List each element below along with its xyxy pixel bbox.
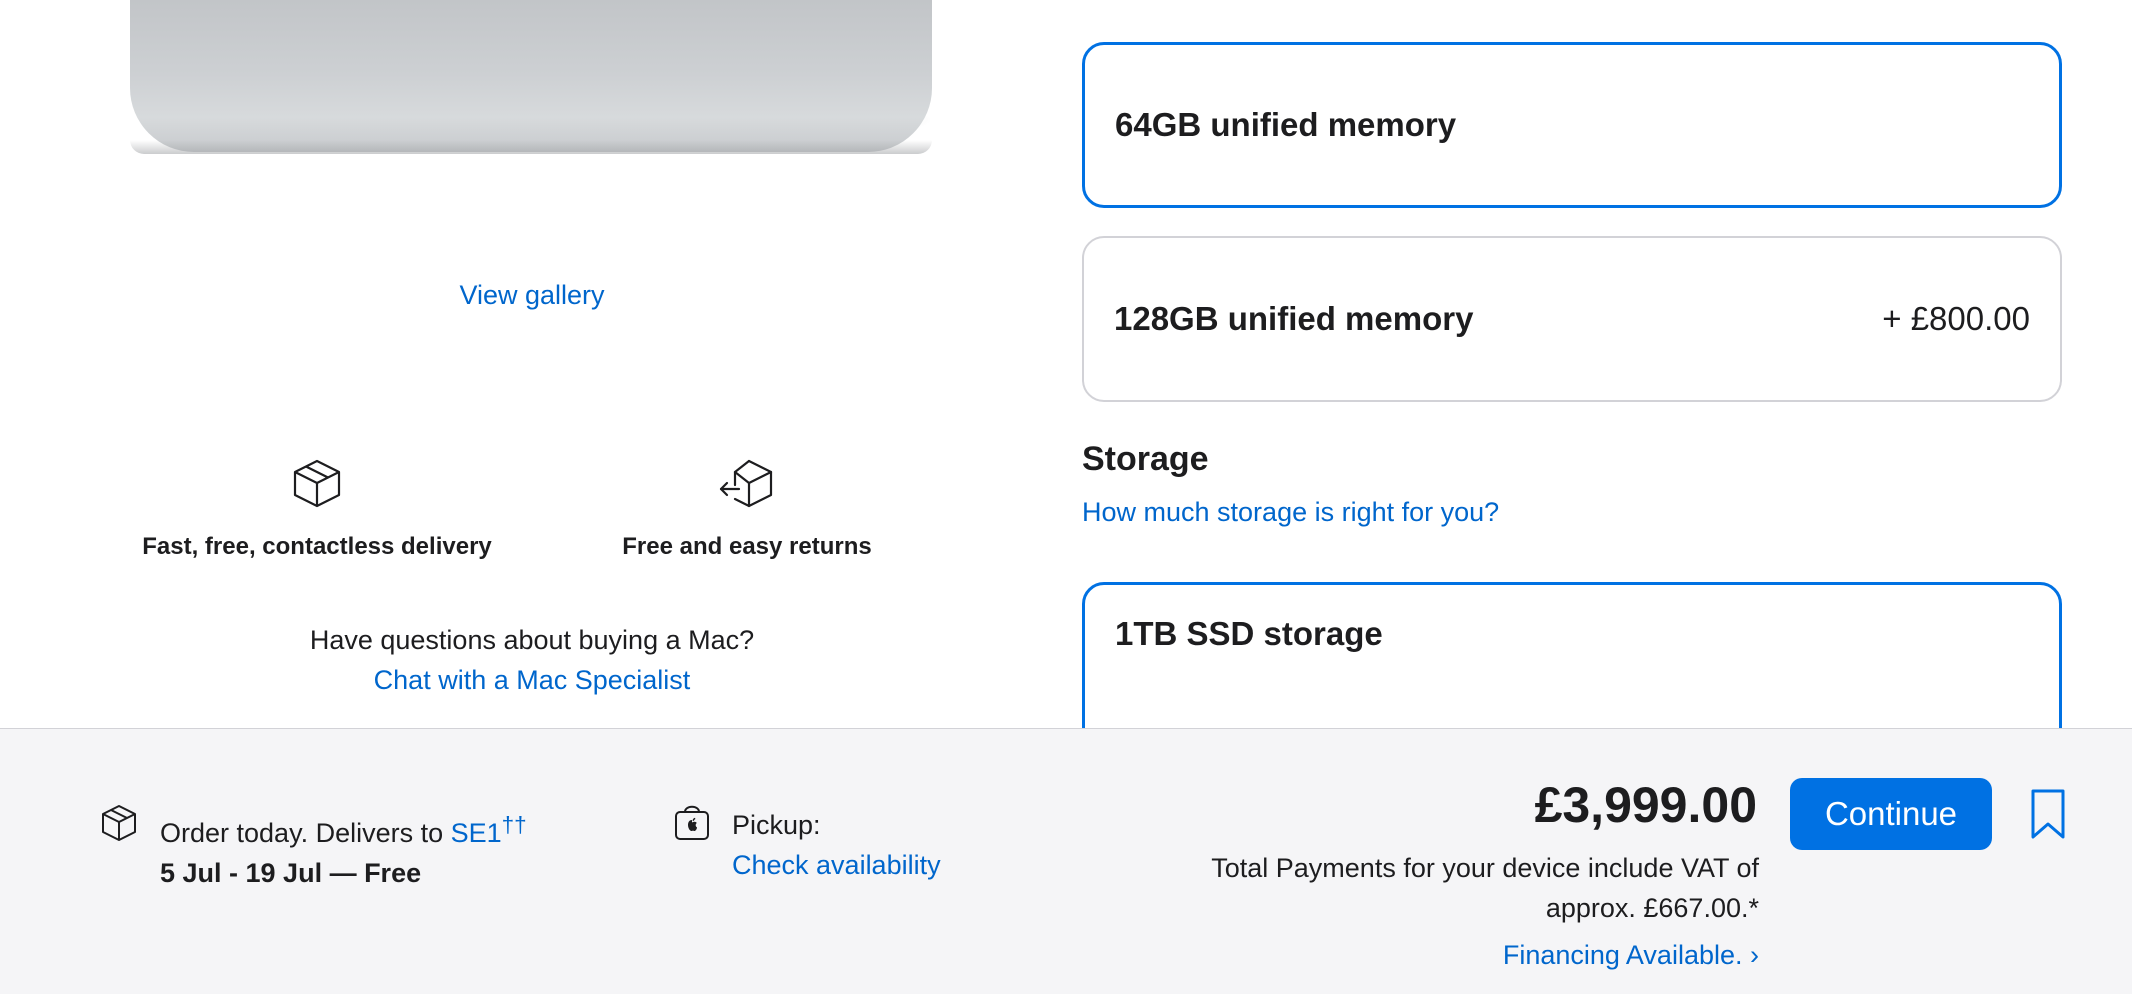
vat-note: Total Payments for your device include V…	[1211, 853, 1759, 923]
total-price: £3,999.00	[1534, 777, 1757, 833]
financing-link[interactable]: Financing Available. ›	[1503, 940, 1759, 971]
delivery-line: Order today. Delivers to SE1††	[160, 805, 527, 853]
delivery-info: Order today. Delivers to SE1†† 5 Jul - 1…	[160, 805, 527, 893]
check-availability-link[interactable]: Check availability	[732, 845, 941, 885]
delivery-prefix: Order today. Delivers to	[160, 818, 451, 848]
questions-text: Have questions about buying a Mac?	[309, 625, 755, 655]
memory-option-128gb[interactable]: 128GB unified memory + £800.00	[1082, 236, 2062, 402]
postcode-text: SE1	[450, 818, 502, 848]
storage-option-label: 1TB SSD storage	[1115, 615, 1383, 652]
product-edge	[130, 140, 932, 154]
perk-delivery-label: Fast, free, contactless delivery	[142, 533, 492, 560]
perk-delivery: Fast, free, contactless delivery	[107, 455, 527, 561]
perk-returns-label: Free and easy returns	[622, 533, 872, 560]
chat-specialist-link[interactable]: Chat with a Mac Specialist	[374, 665, 691, 695]
box-return-icon	[719, 459, 773, 508]
storage-heading: Storage	[1082, 440, 1209, 478]
delivery-dates: 5 Jul - 19 Jul — Free	[160, 858, 422, 888]
shopping-bag-icon	[675, 805, 709, 840]
bookmark-icon[interactable]	[2030, 788, 2066, 840]
memory-option-label: 128GB unified memory	[1114, 300, 1474, 337]
continue-button[interactable]: Continue	[1790, 778, 1992, 850]
memory-option-label: 64GB unified memory	[1115, 106, 1457, 143]
view-gallery-link[interactable]: View gallery	[0, 280, 1064, 311]
postcode-footnote: ††	[501, 812, 527, 837]
memory-option-price: + £800.00	[1882, 300, 2030, 337]
box-icon	[293, 459, 341, 508]
mac-specialist-help: Have questions about buying a Mac? Chat …	[0, 620, 1064, 700]
pickup-info: Pickup: Check availability	[732, 805, 941, 885]
memory-option-64gb[interactable]: 64GB unified memory	[1082, 42, 2062, 208]
mac-studio-body	[130, 0, 932, 152]
storage-help-link[interactable]: How much storage is right for you?	[1082, 497, 1499, 528]
box-icon	[102, 805, 136, 841]
postcode-link[interactable]: SE1††	[450, 812, 527, 848]
product-image	[120, 0, 950, 180]
perk-returns: Free and easy returns	[537, 455, 957, 561]
pickup-label: Pickup:	[732, 810, 821, 840]
